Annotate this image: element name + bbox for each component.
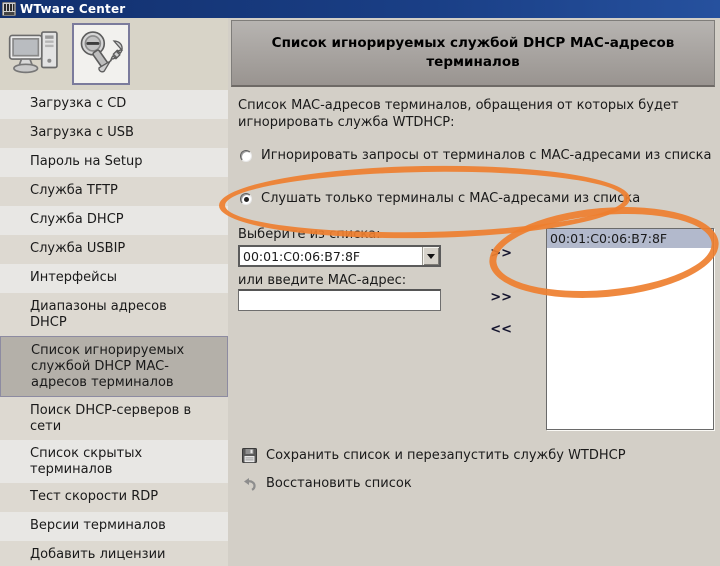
- sidebar-item-label: Тест скорости RDP: [30, 489, 202, 505]
- radio-label: Игнорировать запросы от терминалов с MAC…: [261, 148, 712, 163]
- radio-ignore-listed[interactable]: Игнорировать запросы от терминалов с MAC…: [240, 148, 712, 163]
- sidebar-item-label: Пароль на Setup: [30, 154, 202, 170]
- page-title: Список игнорируемых службой DHCP MAC-адр…: [268, 34, 678, 72]
- sidebar-item-interfaces[interactable]: Интерфейсы: [0, 264, 228, 293]
- combobox-value: 00:01:C0:06:B7:8F: [240, 249, 422, 264]
- app-icon: [2, 2, 16, 16]
- action-label: Восстановить список: [266, 476, 412, 491]
- sidebar-item-label: Интерфейсы: [30, 270, 202, 286]
- sidebar-item-setup-password[interactable]: Пароль на Setup: [0, 148, 228, 177]
- title-bar[interactable]: WTware Center: [0, 0, 720, 18]
- radio-label: Слушать только терминалы с MAC-адресами …: [261, 191, 640, 206]
- combobox-dropdown-button[interactable]: [422, 247, 439, 265]
- sidebar-item-add-licenses[interactable]: Добавить лицензии: [0, 541, 228, 566]
- radio-button-icon[interactable]: [240, 150, 252, 162]
- sidebar-item-label: Список игнорируемых службой DHCP MAC-адр…: [31, 343, 203, 391]
- mac-address-input[interactable]: [238, 289, 441, 311]
- mac-address-combobox[interactable]: 00:01:C0:06:B7:8F: [238, 245, 441, 267]
- action-label: Сохранить список и перезапустить службу …: [266, 448, 626, 463]
- enter-mac-label: или введите MAC-адрес:: [238, 273, 406, 288]
- radio-button-icon[interactable]: [240, 193, 252, 205]
- sidebar-item-dhcp-mac-ignore-list[interactable]: Список игнорируемых службой DHCP MAC-адр…: [0, 336, 228, 397]
- computer-icon[interactable]: [6, 23, 64, 85]
- add-to-list-button[interactable]: >>: [486, 246, 512, 261]
- toolbar: [0, 18, 228, 90]
- sidebar-item-dhcp-service[interactable]: Служба DHCP: [0, 206, 228, 235]
- sidebar-item-boot-cd[interactable]: Загрузка с CD: [0, 90, 228, 119]
- sidebar-item-label: Поиск DHCP-серверов в сети: [30, 403, 202, 435]
- chevron-down-icon: [427, 254, 435, 259]
- sidebar-item-tftp-service[interactable]: Служба TFTP: [0, 177, 228, 206]
- mac-address-listbox[interactable]: 00:01:C0:06:B7:8F: [546, 228, 714, 430]
- wtware-center-window: WTware Center: [0, 0, 720, 566]
- list-item[interactable]: 00:01:C0:06:B7:8F: [547, 229, 713, 248]
- sidebar-item-usbip-service[interactable]: Служба USBIP: [0, 235, 228, 264]
- sidebar-item-rdp-speed-test[interactable]: Тест скорости RDP: [0, 483, 228, 512]
- sidebar-item-label: Загрузка с CD: [30, 96, 202, 112]
- sidebar-item-label: Загрузка с USB: [30, 125, 202, 141]
- sidebar-item-terminal-versions[interactable]: Версии терминалов: [0, 512, 228, 541]
- sidebar: Загрузка с CD Загрузка с USB Пароль на S…: [0, 90, 228, 566]
- sidebar-item-label: Добавить лицензии: [30, 547, 202, 563]
- main-panel: Список игнорируемых службой DHCP MAC-адр…: [228, 18, 720, 566]
- sidebar-item-label: Список скрытых терминалов: [30, 446, 202, 478]
- left-panel: Загрузка с CD Загрузка с USB Пароль на S…: [0, 18, 228, 566]
- radio-listen-only-listed[interactable]: Слушать только терминалы с MAC-адресами …: [240, 191, 640, 206]
- sidebar-item-dhcp-ranges[interactable]: Диапазоны адресов DHCP: [0, 293, 228, 336]
- select-from-list-label: Выберите из списка:: [238, 227, 381, 242]
- save-icon: [242, 448, 257, 463]
- sidebar-item-label: Версии терминалов: [30, 518, 202, 534]
- window-title: WTware Center: [20, 0, 125, 18]
- restore-list-action[interactable]: Восстановить список: [242, 476, 412, 491]
- save-and-restart-action[interactable]: Сохранить список и перезапустить службу …: [242, 448, 626, 463]
- intro-text: Список MAC-адресов терминалов, обращения…: [238, 97, 702, 131]
- add-to-list-button-2[interactable]: >>: [486, 290, 512, 305]
- sidebar-item-dhcp-server-search[interactable]: Поиск DHCP-серверов в сети: [0, 397, 228, 440]
- transfer-buttons: >> >> <<: [486, 246, 512, 337]
- undo-icon: [242, 476, 257, 491]
- tools-icon[interactable]: [72, 23, 130, 85]
- sidebar-item-label: Диапазоны адресов DHCP: [30, 299, 202, 331]
- sidebar-item-label: Служба USBIP: [30, 241, 202, 257]
- remove-from-list-button[interactable]: <<: [486, 322, 512, 337]
- sidebar-item-hidden-terminals[interactable]: Список скрытых терминалов: [0, 440, 228, 483]
- sidebar-item-label: Служба DHCP: [30, 212, 202, 228]
- sidebar-item-boot-usb[interactable]: Загрузка с USB: [0, 119, 228, 148]
- sidebar-item-label: Служба TFTP: [30, 183, 202, 199]
- page-header: Список игнорируемых службой DHCP MAC-адр…: [231, 20, 715, 87]
